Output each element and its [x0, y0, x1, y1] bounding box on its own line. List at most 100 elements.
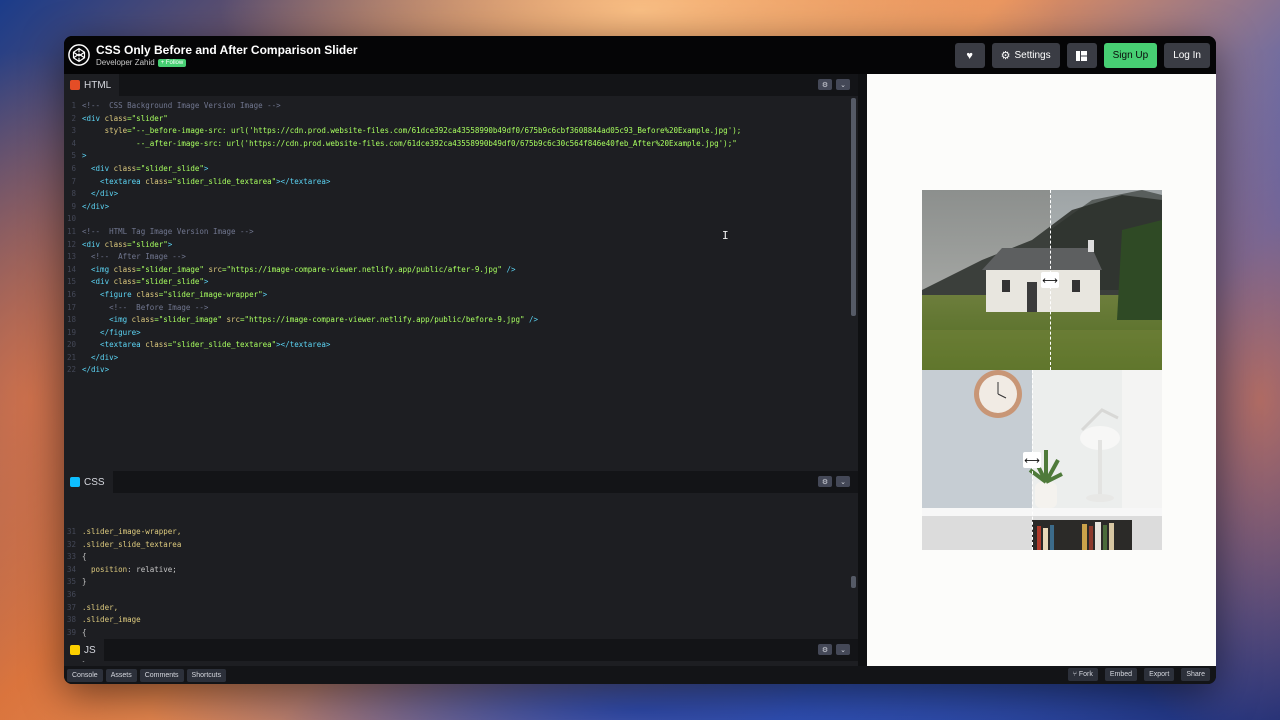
line-number: 34 — [66, 564, 76, 574]
heart-icon: ♥ — [966, 49, 973, 62]
code-token: } — [82, 577, 87, 587]
line-number: 38 — [66, 615, 76, 625]
code-token: class — [104, 239, 128, 249]
code-token: class — [131, 315, 155, 325]
share-button[interactable]: Share — [1181, 668, 1210, 681]
line-number: 5 — [71, 151, 76, 161]
chevron-down-icon[interactable]: ⌄ — [836, 644, 850, 655]
author-row: Developer Zahid + Follow — [96, 58, 358, 67]
code-token: </div> — [82, 365, 110, 375]
chevron-down-icon[interactable]: ⌄ — [836, 79, 850, 90]
code-token: { — [82, 552, 87, 562]
html-scrollbar[interactable] — [851, 98, 856, 316]
line-number: 9 — [71, 201, 76, 211]
code-token: <figure — [82, 289, 137, 299]
code-token: class — [136, 289, 159, 299]
code-line: 7 <textarea class ="slider_slide_textarea… — [64, 176, 858, 189]
code-token: /> — [524, 315, 539, 325]
code-line: 21 </div> — [64, 352, 858, 365]
code-line: 13 <!-- After Image --> — [64, 251, 858, 264]
css-scrollbar[interactable] — [851, 576, 856, 588]
drag-arrows-icon[interactable]: ⟷ — [1023, 452, 1041, 468]
css-pane-tools: ⚙ ⌄ — [818, 476, 850, 487]
code-token: src — [226, 315, 241, 325]
tab-css[interactable]: CSS — [64, 471, 113, 493]
code-line: 4 --_after-image-src: url('https://cdn.p… — [64, 138, 858, 151]
codepen-logo-icon[interactable] — [68, 44, 90, 66]
pen-title-block: CSS Only Before and After Comparison Sli… — [96, 43, 358, 67]
js-pane-tools: ⚙ ⌄ — [818, 644, 850, 655]
code-token: src — [208, 264, 222, 274]
code-token: </div> — [82, 189, 119, 199]
code-token: ="slider_slide_textarea" — [167, 340, 277, 350]
code-token: ></textarea> — [276, 176, 331, 186]
line-number: 15 — [66, 277, 76, 287]
comments-button[interactable]: Comments — [139, 668, 184, 682]
code-token: > — [203, 163, 209, 173]
console-button[interactable]: Console — [67, 668, 103, 682]
assets-button[interactable]: Assets — [105, 668, 137, 682]
heart-button[interactable]: ♥ — [954, 43, 985, 68]
tab-html[interactable]: HTML — [64, 74, 120, 96]
pane-settings-icon[interactable]: ⚙ — [818, 79, 832, 90]
export-button[interactable]: Export — [1144, 668, 1175, 681]
code-token: ="slider" — [127, 113, 168, 123]
change-view-button[interactable] — [1066, 43, 1097, 68]
line-number: 7 — [71, 176, 76, 186]
chevron-down-icon[interactable]: ⌄ — [836, 476, 850, 487]
pane-settings-icon[interactable]: ⚙ — [818, 476, 832, 487]
code-line: 9 </div> — [64, 201, 858, 214]
code-line: 33 { — [64, 551, 858, 564]
embed-button[interactable]: Embed — [1104, 668, 1138, 681]
js-tab-label: JS — [84, 644, 96, 656]
fork-icon: ⑂ — [1072, 671, 1077, 678]
code-line: 36 — [64, 589, 858, 602]
code-line: 35} — [64, 576, 858, 589]
fork-button[interactable]: ⑂ Fork — [1067, 668, 1098, 681]
line-number: 33 — [66, 552, 76, 562]
line-number: 19 — [66, 327, 76, 337]
line-number: 32 — [66, 539, 76, 549]
code-line: 37 .slider, — [64, 602, 858, 615]
code-token: ="https://image-compare-viewer.netlify.a… — [221, 264, 502, 274]
author-link[interactable]: Developer Zahid — [96, 58, 155, 67]
settings-label: Settings — [1014, 50, 1051, 61]
line-number: 1 — [71, 101, 76, 110]
code-token: </div> — [82, 201, 110, 211]
follow-button[interactable]: + Follow — [157, 58, 187, 67]
html-pane-header: HTML ⚙ ⌄ — [64, 74, 858, 96]
code-token: class — [145, 340, 168, 350]
tab-js[interactable]: JS — [64, 639, 104, 661]
code-token: .slider_image — [82, 615, 141, 625]
editor-column: HTML ⚙ ⌄ 1 <!-- CSS Background Image Vers… — [64, 74, 858, 666]
code-token: style — [82, 126, 128, 136]
code-line: 11 <!-- HTML Tag Image Version Image --> — [64, 226, 858, 239]
line-number: 6 — [71, 163, 76, 173]
layout-icon — [1076, 50, 1088, 61]
line-number: 21 — [66, 352, 76, 362]
drag-arrows-icon[interactable]: ⟷ — [1041, 272, 1059, 288]
shortcuts-button[interactable]: Shortcuts — [186, 668, 227, 682]
code-token: <div — [82, 113, 105, 123]
code-token: ="slider" — [127, 239, 168, 249]
code-token: class — [113, 277, 137, 287]
code-line: 34 position: relative; — [64, 564, 858, 577]
settings-button[interactable]: ⚙ Settings — [991, 43, 1060, 68]
pane-settings-icon[interactable]: ⚙ — [818, 644, 832, 655]
comparison-slider-background[interactable]: ⟷ — [922, 190, 1162, 370]
pen-title: CSS Only Before and After Comparison Sli… — [96, 43, 358, 57]
html-code-editor[interactable]: 1 <!-- CSS Background Image Version Image… — [64, 100, 858, 470]
code-line: 14 <img class ="slider_image" src ="https:… — [64, 264, 858, 277]
code-token: .slider_slide_textarea — [82, 539, 182, 549]
comparison-slider-img-tag[interactable]: ⟷ — [922, 370, 1162, 550]
sign-up-button[interactable]: Sign Up — [1103, 43, 1158, 68]
js-pane-header: JS ⚙ ⌄ — [64, 639, 858, 661]
html-badge-icon — [70, 80, 80, 90]
code-line: 3 style ="--_before-image-src: url('https… — [64, 125, 858, 138]
code-token: <div — [82, 163, 114, 173]
line-number: 10 — [66, 214, 76, 224]
log-in-button[interactable]: Log In — [1164, 43, 1210, 68]
code-line: 31 .slider_image-wrapper, — [64, 526, 858, 539]
code-token: { — [82, 627, 87, 637]
code-token: .slider, — [82, 602, 119, 612]
